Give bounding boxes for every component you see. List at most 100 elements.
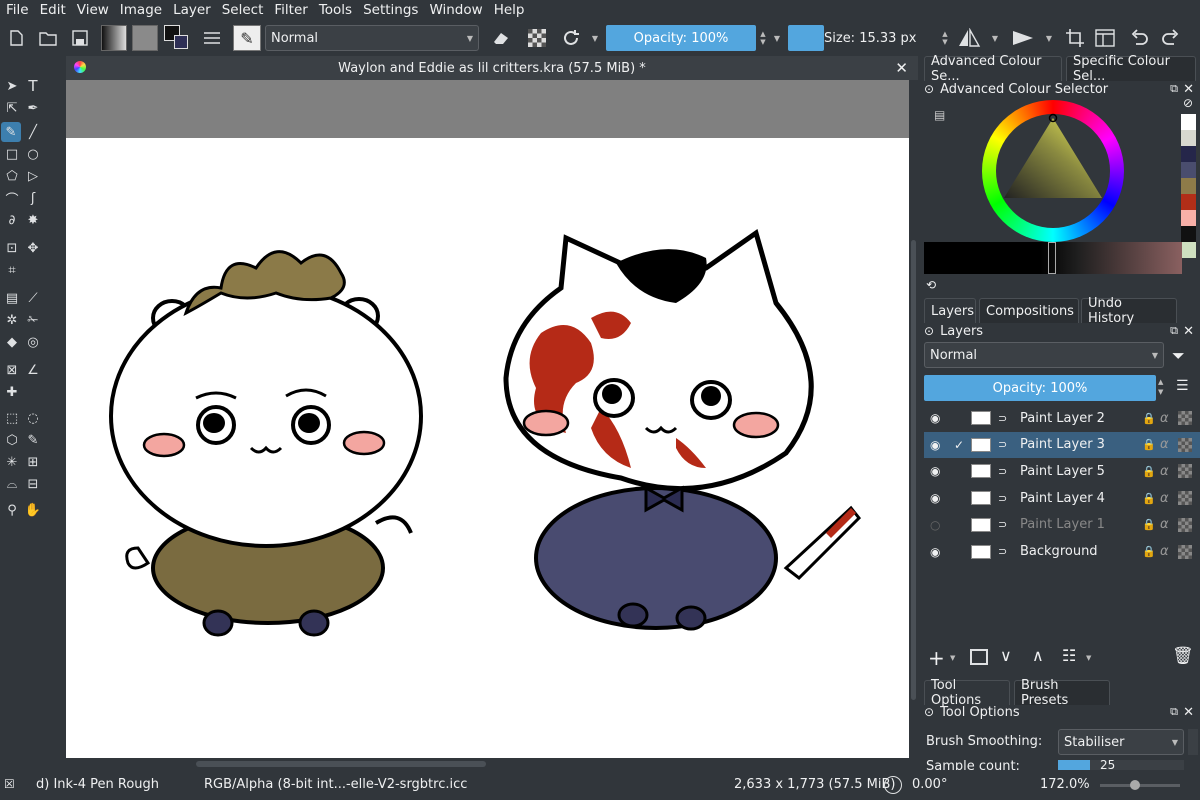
- reload-preset-icon[interactable]: [560, 25, 582, 51]
- bezier-tool-icon[interactable]: ⌒: [2, 188, 22, 208]
- move-layer-up-icon[interactable]: ∧: [1032, 646, 1044, 665]
- alpha-lock-icon[interactable]: α: [1160, 464, 1169, 479]
- inherit-alpha-icon[interactable]: [1178, 544, 1192, 559]
- mirror-h-dropdown-icon[interactable]: ▼: [990, 25, 1000, 51]
- ellipse-tool-icon[interactable]: ○: [23, 144, 43, 164]
- layer-menu-icon[interactable]: ☰: [1176, 378, 1189, 394]
- save-icon[interactable]: [70, 25, 90, 51]
- blend-mode-select[interactable]: Normal ▼: [265, 25, 479, 51]
- zoom-slider[interactable]: [1100, 780, 1180, 790]
- rect-select-icon[interactable]: ⬚: [2, 408, 22, 428]
- mirror-vertical-icon[interactable]: [1010, 25, 1036, 51]
- alpha-lock-icon[interactable]: α: [1160, 491, 1169, 506]
- layer-opacity-slider[interactable]: Opacity: 100%: [924, 375, 1156, 401]
- freehand-path-icon[interactable]: ʃ: [23, 188, 43, 208]
- freehand-brush-icon[interactable]: ✎: [1, 122, 21, 142]
- visibility-eye-icon[interactable]: ◉: [930, 545, 940, 559]
- brush-preset-icon[interactable]: ✎: [233, 25, 261, 51]
- swatch-5[interactable]: [1181, 194, 1196, 210]
- enclose-fill-icon[interactable]: ◎: [23, 332, 43, 352]
- menu-view[interactable]: View: [77, 2, 109, 18]
- alpha-lock-icon[interactable]: [526, 25, 548, 51]
- visibility-eye-icon[interactable]: ◉: [930, 438, 940, 452]
- filter-icon[interactable]: ⏷: [1172, 346, 1185, 366]
- brush-smoothing-select[interactable]: Stabiliser ▼: [1058, 729, 1184, 755]
- lock-icon[interactable]: 🔒: [1142, 465, 1156, 478]
- tab-undo-history[interactable]: Undo History: [1081, 296, 1177, 326]
- menu-layer[interactable]: Layer: [173, 2, 211, 18]
- inherit-alpha-icon[interactable]: [1178, 437, 1192, 452]
- contiguous-select-icon[interactable]: ✳: [2, 452, 22, 472]
- selector-settings-icon[interactable]: ▤: [934, 108, 945, 122]
- rectangle-tool-icon[interactable]: □: [2, 144, 22, 164]
- layers-options-icon[interactable]: [201, 25, 223, 51]
- swatch-7[interactable]: [1181, 226, 1196, 242]
- tool-options-scrollbar[interactable]: [1188, 729, 1198, 755]
- lock-icon[interactable]: 🔒: [1142, 518, 1156, 531]
- layer-opacity-spin-icon[interactable]: ▲ ▼: [1158, 377, 1163, 397]
- float-icon[interactable]: ⧉: [1170, 324, 1178, 338]
- menu-image[interactable]: Image: [120, 2, 162, 18]
- tab-compositions[interactable]: Compositions: [979, 298, 1079, 323]
- menu-select[interactable]: Select: [222, 2, 264, 18]
- layer-properties-icon[interactable]: ☷: [1062, 646, 1076, 665]
- alpha-lock-icon[interactable]: α: [1160, 517, 1169, 532]
- mirror-horizontal-icon[interactable]: [956, 25, 982, 51]
- size-slider[interactable]: Size: 15.33 px: [824, 25, 938, 51]
- menu-help[interactable]: Help: [494, 2, 525, 18]
- gradient-tool-icon[interactable]: ▤: [2, 288, 22, 308]
- reference-tool-icon[interactable]: ✚: [2, 382, 22, 402]
- swatch-1[interactable]: [1181, 130, 1196, 146]
- vertical-scrollbar[interactable]: [909, 80, 918, 758]
- layer-row[interactable]: ○ ⊃ Paint Layer 1 🔒 α: [924, 512, 1200, 538]
- layer-row[interactable]: ◉ ✓ ⊃ Paint Layer 3 🔒 α: [924, 431, 1200, 458]
- tab-layers[interactable]: Layers: [924, 298, 976, 323]
- inherit-alpha-icon[interactable]: [1178, 491, 1192, 506]
- close-docker-icon[interactable]: ✕: [1183, 324, 1194, 339]
- opacity-spin-icon[interactable]: ▲ ▼: [758, 25, 768, 51]
- mirror-v-dropdown-icon[interactable]: ▼: [1044, 25, 1054, 51]
- transform-tool-icon[interactable]: ⊡: [2, 238, 22, 258]
- menu-settings[interactable]: Settings: [363, 2, 418, 18]
- shade-selector[interactable]: [924, 242, 1182, 274]
- menu-window[interactable]: Window: [429, 2, 482, 18]
- text-tool-icon[interactable]: T: [23, 76, 43, 96]
- lock-icon[interactable]: 🔒: [1142, 492, 1156, 505]
- calligraphy-icon[interactable]: ✒: [23, 98, 43, 118]
- swatch-2[interactable]: [1181, 146, 1196, 162]
- inherit-alpha-icon[interactable]: [1178, 464, 1192, 479]
- layer-row[interactable]: ◉ ⊃ Paint Layer 2 🔒 α: [924, 405, 1200, 431]
- visibility-eye-icon[interactable]: ○: [930, 518, 940, 532]
- zoom-slider-handle[interactable]: [1130, 780, 1140, 790]
- hue-ring[interactable]: [982, 100, 1124, 242]
- move-layer-down-icon[interactable]: ∨: [1000, 646, 1012, 665]
- vscroll-thumb[interactable]: [911, 240, 916, 700]
- pan-tool-icon[interactable]: ✋: [23, 500, 43, 520]
- menu-tools[interactable]: Tools: [319, 2, 352, 18]
- crop-icon[interactable]: [1064, 25, 1086, 51]
- close-docker-icon[interactable]: ✕: [1183, 705, 1194, 720]
- assistant-tool-icon[interactable]: ⊠: [2, 360, 22, 380]
- alpha-lock-icon[interactable]: α: [1160, 437, 1169, 452]
- workspace-icon[interactable]: [1094, 25, 1116, 51]
- polygon-tool-icon[interactable]: ⬠: [2, 166, 22, 186]
- pattern-icon[interactable]: [131, 25, 159, 51]
- duplicate-layer-icon[interactable]: [970, 649, 988, 665]
- properties-dropdown-icon[interactable]: ▼: [1086, 654, 1091, 662]
- multibrush-icon[interactable]: ✸: [23, 210, 43, 230]
- menu-edit[interactable]: Edit: [40, 2, 66, 18]
- alpha-lock-icon[interactable]: α: [1160, 544, 1169, 559]
- layer-row[interactable]: ◉ ⊃ Background 🔒 α: [924, 539, 1200, 565]
- inherit-alpha-icon[interactable]: [1178, 517, 1192, 532]
- tab-specific-colour[interactable]: Specific Colour Sel...: [1066, 54, 1196, 84]
- zoom-tool-icon[interactable]: ⚲: [2, 500, 22, 520]
- similar-select-icon[interactable]: ⊞: [23, 452, 43, 472]
- lock-icon[interactable]: 🔒: [1142, 438, 1156, 451]
- swatch-6[interactable]: [1181, 210, 1196, 226]
- ellipse-select-icon[interactable]: ◌: [23, 408, 43, 428]
- size-slider-fill[interactable]: [788, 25, 824, 51]
- magnetic-select-icon[interactable]: ⊟: [23, 474, 43, 494]
- tab-advanced-colour[interactable]: Advanced Colour Se...: [924, 54, 1062, 84]
- freehand-select-icon[interactable]: ✎: [23, 430, 43, 450]
- add-layer-icon[interactable]: +: [928, 646, 945, 670]
